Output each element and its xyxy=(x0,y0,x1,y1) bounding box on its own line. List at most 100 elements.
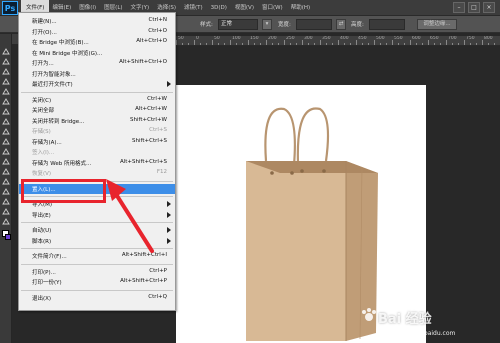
file-menu-item[interactable]: 打开(O)... Ctrl+O xyxy=(19,27,175,37)
file-menu-item[interactable]: 存储为 Web 所用格式... Alt+Shift+Ctrl+S xyxy=(19,158,175,168)
menu-item[interactable]: 窗口(W) xyxy=(258,0,287,16)
file-menu-item[interactable]: 打印(P)... Ctrl+P xyxy=(19,267,175,277)
menu-item-label: 打开(O)... xyxy=(32,29,57,36)
menu-item-label: 打印一份(Y) xyxy=(32,280,62,286)
ruler-tick xyxy=(488,43,489,45)
menu-item[interactable]: 帮助(H) xyxy=(287,0,314,16)
style-label: 样式: xyxy=(200,22,213,28)
file-menu-item[interactable]: 存储为(A)... Shift+Ctrl+S xyxy=(19,137,175,147)
ruler-label: 250 xyxy=(286,36,295,41)
menu-separator xyxy=(21,263,173,265)
ruler-tick xyxy=(218,43,219,45)
ruler-label: 600 xyxy=(412,36,421,41)
minimize-icon[interactable]: – xyxy=(453,2,465,13)
menu-item-label: 自动(U) xyxy=(32,228,52,234)
height-label: 高度: xyxy=(351,22,364,28)
file-menu-item[interactable]: 退出(X) Ctrl+Q xyxy=(19,293,175,303)
menu-item-label: 打开为智能对象... xyxy=(32,71,76,78)
ruler-tick xyxy=(452,43,453,45)
maximize-icon[interactable]: □ xyxy=(468,2,480,13)
background-color-swatch[interactable] xyxy=(5,234,11,240)
file-menu-item[interactable]: 新建(N)... Ctrl+N xyxy=(19,16,175,26)
ruler-tick xyxy=(284,40,285,45)
swap-icon[interactable]: ⇄ xyxy=(336,19,346,30)
ruler-tick xyxy=(200,43,201,45)
file-menu-dropdown: 新建(N)... Ctrl+N 打开(O)... Ctrl+O 在 Bridge 中浏览… xyxy=(18,12,176,311)
brush-icon[interactable] xyxy=(2,108,10,116)
dodge-icon[interactable] xyxy=(2,158,10,166)
submenu-arrow-icon xyxy=(167,237,171,244)
history-brush-icon[interactable] xyxy=(2,128,10,136)
menu-item-label: 新建(N)... xyxy=(32,19,57,25)
menu-item-label: 存储为(A)... xyxy=(32,139,62,146)
file-menu-item[interactable]: 关闭全部 Alt+Ctrl+W xyxy=(19,105,175,115)
eyedropper-icon[interactable] xyxy=(2,88,10,96)
menu-item-label: 脚本(R) xyxy=(32,238,52,245)
file-menu-item[interactable]: 在 Mini Bridge 中浏览(G)... xyxy=(19,48,175,58)
ruler-label: 400 xyxy=(340,36,349,41)
ruler-label: 50 xyxy=(214,36,220,41)
file-menu-item[interactable]: 关闭(C) Ctrl+W xyxy=(19,95,175,105)
ruler-tick xyxy=(206,43,207,45)
file-menu-item: 签入(I)... xyxy=(19,147,175,157)
ruler-tick xyxy=(392,40,393,45)
ruler-tick xyxy=(182,43,183,45)
menu-item-label: 存储(S) xyxy=(32,129,51,135)
menu-item-label: 关闭并转到 Bridge... xyxy=(32,118,85,125)
gradient-icon[interactable] xyxy=(2,148,10,156)
crop-icon[interactable] xyxy=(2,78,10,86)
menu-item[interactable]: 视图(V) xyxy=(231,0,258,16)
ruler-tick xyxy=(476,43,477,45)
menu-item-label: 签入(I)... xyxy=(32,150,55,156)
ruler-label: 800 xyxy=(484,36,493,41)
ruler-label: 50 xyxy=(178,36,184,41)
ruler-tick xyxy=(458,43,459,45)
file-menu-item[interactable]: 在 Bridge 中浏览(B)... Alt+Ctrl+O xyxy=(19,37,175,47)
file-menu-item[interactable]: 打印一份(Y) Alt+Shift+Ctrl+P xyxy=(19,277,175,287)
menu-item-shortcut: Ctrl+W xyxy=(147,95,167,102)
eraser-icon[interactable] xyxy=(2,138,10,146)
style-select[interactable]: 正常 xyxy=(218,19,258,30)
height-input[interactable] xyxy=(369,19,405,30)
ruler-label: 200 xyxy=(268,36,277,41)
file-menu-item[interactable]: 关闭并转到 Bridge... Shift+Ctrl+W xyxy=(19,116,175,126)
ruler-tick xyxy=(374,40,375,45)
ruler-tick xyxy=(308,43,309,45)
file-menu-item[interactable]: 打开为... Alt+Shift+Ctrl+O xyxy=(19,58,175,68)
ruler-label: 750 xyxy=(466,36,475,41)
ruler-tick xyxy=(194,40,195,45)
ruler-tick xyxy=(428,40,429,45)
paw-icon xyxy=(362,308,376,321)
chevron-down-icon[interactable]: ▾ xyxy=(262,19,272,30)
ruler-label: 350 xyxy=(322,36,331,41)
menu-item[interactable]: 3D(D) xyxy=(207,0,231,16)
lasso-icon[interactable] xyxy=(2,58,10,66)
width-input[interactable] xyxy=(296,19,332,30)
type-icon[interactable] xyxy=(2,178,10,186)
ruler-tick xyxy=(224,43,225,45)
magic-wand-icon[interactable] xyxy=(2,68,10,76)
menu-item-label: 退出(X) xyxy=(32,295,52,302)
pen-icon[interactable] xyxy=(2,168,10,176)
zoom-icon[interactable] xyxy=(2,218,10,226)
shape-icon[interactable] xyxy=(2,198,10,206)
file-menu-item[interactable]: 最近打开文件(T) xyxy=(19,79,175,89)
file-menu-item[interactable]: 打开为智能对象... xyxy=(19,69,175,79)
clone-stamp-icon[interactable] xyxy=(2,118,10,126)
menu-item[interactable]: 滤镜(T) xyxy=(180,0,207,16)
ruler-tick xyxy=(188,43,189,45)
marquee-icon[interactable] xyxy=(2,48,10,56)
hand-icon[interactable] xyxy=(2,208,10,216)
ruler-tick xyxy=(350,43,351,45)
ruler-tick xyxy=(272,43,273,45)
healing-brush-icon[interactable] xyxy=(2,98,10,106)
ruler-tick xyxy=(410,40,411,45)
ruler-tick xyxy=(314,43,315,45)
menu-item-label: 最近打开文件(T) xyxy=(32,82,73,88)
submenu-arrow-icon xyxy=(167,201,171,207)
close-icon[interactable]: × xyxy=(483,2,495,13)
path-select-icon[interactable] xyxy=(2,188,10,196)
refine-edge-button[interactable]: 调整边缘... xyxy=(417,19,457,30)
menu-separator xyxy=(21,289,173,291)
ruler-tick xyxy=(332,43,333,45)
